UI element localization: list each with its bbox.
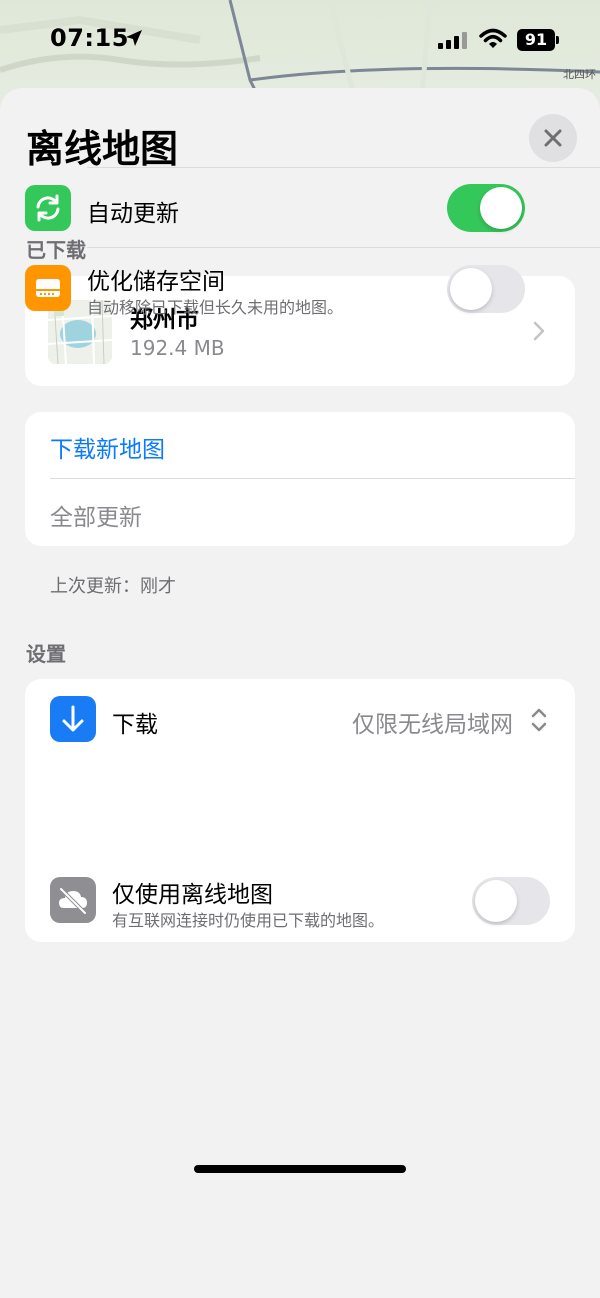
offline-only-description: 有互联网连接时仍使用已下载的地图。 <box>112 911 385 930</box>
page-title: 离线地图 <box>26 127 179 171</box>
download-setting-value[interactable]: 仅限无线局域网 <box>352 705 513 739</box>
divider <box>87 247 600 248</box>
cellular-signal-icon <box>438 31 468 55</box>
download-new-map-button[interactable]: 下载新地图 <box>50 430 165 464</box>
storage-drive-icon <box>25 265 71 311</box>
last-update-text: 上次更新：刚才 <box>50 576 176 597</box>
offline-only-card: 仅使用离线地图 有互联网连接时仍使用已下载的地图。 <box>25 859 575 942</box>
offline-only-toggle[interactable] <box>472 877 550 925</box>
auto-update-label: 自动更新 <box>87 201 179 227</box>
divider <box>87 167 600 168</box>
map-size: 192.4 MB <box>130 336 225 360</box>
offline-maps-sheet: 离线地图 已下载 郑州市 192.4 MB 下载新地图 全部更新 上次更新：刚才 <box>0 88 600 1298</box>
optimize-storage-toggle[interactable] <box>447 265 525 313</box>
settings-section-header: 设置 <box>26 642 66 666</box>
location-arrow-icon <box>124 28 144 52</box>
toggle-knob <box>475 880 517 922</box>
battery-tip <box>556 36 559 44</box>
battery-indicator: 91 <box>517 29 555 51</box>
offline-only-label: 仅使用离线地图 <box>112 882 273 908</box>
wifi-icon <box>479 27 507 55</box>
chevron-up-down-icon[interactable] <box>530 707 548 737</box>
update-all-button[interactable]: 全部更新 <box>50 498 142 532</box>
optimize-storage-description: 自动移除已下载但长久未用的地图。 <box>87 298 344 317</box>
download-arrow-icon <box>50 696 96 742</box>
auto-update-toggle[interactable] <box>447 184 525 232</box>
download-setting-label: 下载 <box>112 712 158 738</box>
home-indicator[interactable] <box>194 1165 406 1173</box>
downloaded-section-header: 已下载 <box>26 238 86 262</box>
divider <box>50 478 575 479</box>
status-time: 07:15 <box>50 24 129 52</box>
optimize-storage-label: 优化储存空间 <box>87 269 225 295</box>
chevron-right-icon <box>532 321 546 345</box>
cloud-off-icon <box>50 877 96 923</box>
refresh-icon <box>25 185 71 231</box>
status-bar: 07:15 91 <box>0 0 600 80</box>
close-button[interactable] <box>529 114 577 162</box>
toggle-knob <box>450 268 492 310</box>
map-actions-card: 下载新地图 全部更新 <box>25 412 575 546</box>
close-icon <box>544 129 562 147</box>
toggle-knob <box>480 187 522 229</box>
